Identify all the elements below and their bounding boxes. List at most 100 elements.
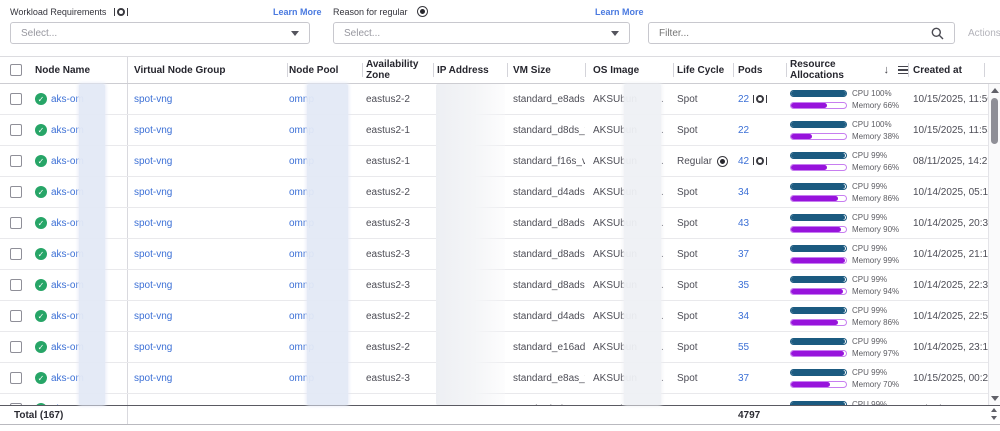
scrollbar-thumb[interactable] [991, 98, 998, 144]
virtual-node-group-link[interactable]: spot-vng [134, 280, 172, 291]
cpu-label: CPU 99% [852, 244, 887, 253]
column-header-availability-zone[interactable]: Availability Zone [362, 57, 433, 83]
row-checkbox[interactable] [10, 248, 22, 260]
virtual-node-group-link[interactable]: spot-vng [134, 156, 172, 167]
virtual-node-group-cell: spot-vng [127, 177, 287, 207]
pods-count-link[interactable]: 42 [738, 156, 749, 167]
pods-count-link[interactable]: 34 [738, 187, 749, 198]
row-checkbox[interactable] [10, 217, 22, 229]
cpu-label: CPU 99% [852, 151, 887, 160]
os-image-ellipsis: . [661, 187, 664, 198]
column-header-vm-size[interactable]: VM Size [507, 57, 585, 83]
column-header-created-at[interactable]: Created at [908, 57, 988, 83]
vertical-scrollbar[interactable] [988, 84, 1000, 405]
memory-bar-fill [791, 351, 844, 356]
column-header-pods[interactable]: Pods [733, 57, 786, 83]
vm-size-cell: standard_d8ads... [507, 280, 585, 291]
column-header-node-name[interactable]: Node Name [35, 57, 127, 83]
virtual-node-group-link[interactable]: spot-vng [134, 94, 172, 105]
pods-count-link[interactable]: 37 [738, 249, 749, 260]
life-cycle-cell: Spot [673, 342, 733, 353]
virtual-node-group-cell: spot-vng [127, 270, 287, 300]
column-header-virtual-node-group[interactable]: Virtual Node Group [127, 57, 287, 83]
created-at-value: 10/15/2025, 00:2... [913, 373, 988, 384]
pods-count-link[interactable]: 34 [738, 311, 749, 322]
row-checkbox[interactable] [10, 93, 22, 105]
created-at-value: 10/14/2025, 22:3... [913, 280, 988, 291]
pods-count-link[interactable]: 22 [738, 94, 749, 105]
footer-scroll-arrows[interactable] [991, 408, 997, 420]
pods-cell: 22 [733, 125, 786, 136]
created-at-cell: 10/15/2025, 11:53... [908, 125, 988, 136]
sort-descending-icon[interactable]: ↓ [884, 65, 890, 76]
pods-count-link[interactable]: 55 [738, 342, 749, 353]
availability-zone-value: eastus2-3 [366, 218, 410, 229]
pods-count-link[interactable]: 43 [738, 218, 749, 229]
workload-learn-more-link[interactable]: Learn More [273, 7, 322, 17]
scroll-down-arrow-icon[interactable] [991, 416, 997, 420]
row-checkbox[interactable] [10, 341, 22, 353]
life-cycle-cell: Regular [673, 156, 733, 167]
column-header-ip-address[interactable]: IP Address [433, 57, 507, 83]
life-cycle-value: Spot [677, 311, 698, 322]
table-header-row: Node Name Virtual Node Group Node Pool A… [0, 57, 1000, 84]
life-cycle-value: Regular [677, 156, 712, 167]
cpu-allocation: CPU 99% [790, 368, 908, 377]
virtual-node-group-link[interactable]: spot-vng [134, 311, 172, 322]
pods-cell: 34 [733, 187, 786, 198]
column-menu-icon[interactable] [898, 66, 908, 75]
scroll-up-arrow-icon[interactable] [991, 408, 997, 412]
filters-toolbar: Workload Requirements Learn More Select.… [0, 0, 1000, 56]
row-checkbox-cell [10, 93, 35, 105]
row-checkbox[interactable] [10, 310, 22, 322]
reason-learn-more-link[interactable]: Learn More [595, 7, 644, 17]
vm-size-cell: standard_d8ads... [507, 218, 585, 229]
memory-bar-fill [791, 382, 830, 387]
node-healthy-icon [35, 248, 47, 260]
row-checkbox-cell [10, 279, 35, 291]
column-header-os-image[interactable]: OS Image [585, 57, 673, 83]
column-header-node-pool[interactable]: Node Pool [287, 57, 362, 83]
virtual-node-group-link[interactable]: spot-vng [134, 187, 172, 198]
pods-count-link[interactable]: 37 [738, 373, 749, 384]
reason-for-regular-select[interactable]: Select... [333, 22, 630, 44]
pods-count-link[interactable]: 35 [738, 280, 749, 291]
virtual-node-group-link[interactable]: spot-vng [134, 249, 172, 260]
os-image-ellipsis: . [661, 218, 664, 229]
footer-divider [127, 406, 128, 424]
memory-bar [790, 226, 847, 233]
pods-count-link[interactable]: 22 [738, 125, 749, 136]
select-all-checkbox[interactable] [10, 64, 22, 76]
node-healthy-icon [35, 155, 47, 167]
column-header-resource-allocations[interactable]: Resource Allocations ↓ [786, 57, 908, 83]
redaction-overlay-node-name [79, 84, 105, 405]
life-cycle-value: Spot [677, 249, 698, 260]
virtual-node-group-link[interactable]: spot-vng [134, 373, 172, 384]
pods-cell: 42 [733, 156, 786, 167]
workload-requirements-select[interactable]: Select... [10, 22, 310, 44]
row-checkbox[interactable] [10, 372, 22, 384]
column-header-life-cycle[interactable]: Life Cycle [673, 57, 733, 83]
virtual-node-group-link[interactable]: spot-vng [134, 342, 172, 353]
redaction-overlay-os-image [624, 84, 661, 405]
resource-allocations-cell: CPU 99% Memory 90% [786, 213, 908, 234]
memory-bar [790, 288, 847, 295]
reason-for-regular-label: Reason for regular [333, 6, 428, 17]
scroll-up-arrow-icon[interactable] [991, 88, 999, 93]
row-checkbox[interactable] [10, 279, 22, 291]
row-checkbox[interactable] [10, 124, 22, 136]
cpu-bar-fill [791, 91, 846, 96]
cpu-bar-fill [791, 246, 845, 251]
memory-label: Memory 66% [852, 163, 899, 172]
life-cycle-cell: Spot [673, 187, 733, 198]
virtual-node-group-link[interactable]: spot-vng [134, 125, 172, 136]
virtual-node-group-link[interactable]: spot-vng [134, 218, 172, 229]
vm-size-value: standard_d8ds_v6 [513, 125, 585, 136]
filter-input[interactable] [659, 28, 931, 39]
row-checkbox[interactable] [10, 155, 22, 167]
scroll-down-arrow-icon[interactable] [991, 396, 999, 401]
memory-allocation: Memory 38% [790, 132, 908, 141]
memory-allocation: Memory 66% [790, 101, 908, 110]
actions-button[interactable]: Actions [968, 28, 1000, 39]
row-checkbox[interactable] [10, 186, 22, 198]
